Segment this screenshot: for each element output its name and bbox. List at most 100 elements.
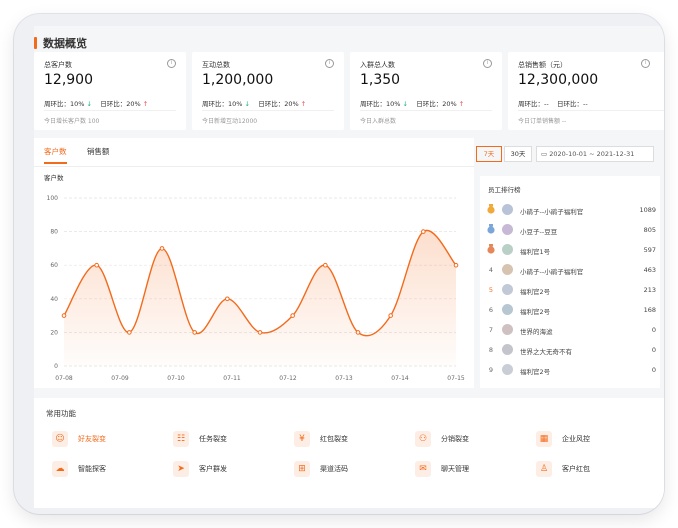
function-cloud[interactable]: ☁ 智能探客 [52, 458, 106, 480]
divider [360, 110, 492, 111]
function-redpacket[interactable]: ¥ 红包裂变 [294, 428, 348, 450]
divider [518, 110, 664, 111]
cloud-icon: ☁ [52, 461, 68, 477]
function-friends[interactable]: ☺ 好友裂变 [52, 428, 106, 450]
rank-name: 福利官1号 [520, 248, 551, 256]
stat-label: 总客户数 [44, 61, 72, 69]
function-send[interactable]: ➤ 客户群发 [173, 458, 227, 480]
stat-value: 12,300,000 [518, 72, 599, 88]
divider [202, 110, 334, 111]
function-user-gift[interactable]: ♙ 客户红包 [536, 458, 590, 480]
tab-sales[interactable]: 销售额 [87, 146, 110, 162]
stat-label: 入群总人数 [360, 61, 395, 69]
range-7-days[interactable]: 7天 [476, 146, 502, 162]
function-label: 任务裂变 [199, 435, 227, 443]
function-chat[interactable]: ✉ 聊天管理 [415, 458, 469, 480]
redpacket-icon: ¥ [294, 431, 310, 447]
chart-tabs: 客户数 销售额 [44, 146, 127, 164]
rank-row: 7 世界的海滤 0 [486, 322, 656, 340]
rank-score: 1089 [639, 206, 656, 214]
rank-panel: 员工排行榜 小鹃子--小鹃子福利官 1089 小豆子--豆豆 805 福利官1号 597 4… [480, 176, 660, 388]
x-tick-label: 07-12 [279, 375, 297, 382]
rank-name: 小鹃子--小鹃子福利官 [520, 208, 584, 216]
title-accent [34, 37, 37, 49]
avatar [502, 244, 513, 255]
down-arrow-icon: ↓ [400, 100, 411, 108]
series-area [64, 230, 456, 366]
stat-value: 1,200,000 [202, 72, 274, 88]
function-task[interactable]: ☷ 任务裂变 [173, 428, 227, 450]
rank-name: 福利官2号 [520, 308, 551, 316]
chat-icon: ✉ [415, 461, 431, 477]
stats-row: 总客户数 i 12,900 周环比：10% ↓ 日环比：20% ↑ 今日增长客户… [34, 52, 664, 132]
medal-icon [486, 204, 496, 214]
rank-row: 4 小鹃子--小鹃子福利官 463 [486, 262, 656, 280]
data-point [323, 262, 328, 268]
avatar [502, 224, 513, 235]
rank-score: 0 [651, 366, 656, 374]
medal-icon [486, 224, 496, 234]
rank-row: 福利官1号 597 [486, 242, 656, 260]
function-distribution[interactable]: ⚇ 分销裂变 [415, 428, 469, 450]
x-tick-label: 07-09 [111, 375, 129, 382]
x-tick-label: 07-11 [223, 375, 241, 382]
medal-icon [486, 244, 496, 254]
rank-number: 4 [488, 266, 494, 274]
rank-number: 7 [488, 326, 494, 334]
up-arrow-icon: ↑ [456, 100, 465, 108]
y-tick-label: 40 [50, 296, 58, 303]
function-building[interactable]: ▦ 企业风控 [536, 428, 590, 450]
data-point [225, 296, 230, 302]
stat-card-sales: 总销售额（元） i 12,300,000 周环比：-- 日环比：-- 今日订单销… [508, 52, 664, 130]
function-label: 好友裂变 [78, 435, 106, 443]
user-gift-icon: ♙ [536, 461, 552, 477]
function-label: 智能探客 [78, 465, 106, 473]
rank-score: 168 [643, 306, 656, 314]
stat-sub: 今日增长客户数 100 [44, 118, 100, 125]
x-tick-label: 07-13 [335, 375, 353, 382]
rank-title: 员工排行榜 [488, 186, 521, 194]
function-qrcode[interactable]: ⊞ 渠道活码 [294, 458, 348, 480]
stat-label: 互动总数 [202, 61, 230, 69]
stat-card-customers: 总客户数 i 12,900 周环比：10% ↓ 日环比：20% ↑ 今日增长客户… [34, 52, 186, 130]
x-tick-label: 07-15 [447, 375, 465, 382]
rank-row: 6 福利官2号 168 [486, 302, 656, 320]
up-arrow-icon: ↑ [298, 100, 307, 108]
data-point [290, 313, 295, 318]
tab-customers[interactable]: 客户数 [44, 146, 67, 164]
rank-number: 6 [488, 306, 494, 314]
range-30-days[interactable]: 30天 [504, 146, 532, 162]
calendar-icon: ▭ [541, 150, 548, 158]
stat-card-interactions: 互动总数 i 1,200,000 周环比：10% ↓ 日环比：20% ↑ 今日新… [192, 52, 344, 130]
y-tick-label: 20 [50, 329, 58, 336]
y-tick-label: 100 [47, 195, 59, 202]
device-frame: 数据概览 总客户数 i 12,900 周环比：10% ↓ 日环比：20% ↑ 今… [14, 14, 664, 514]
info-icon[interactable]: i [325, 59, 334, 68]
function-label: 客户红包 [562, 465, 590, 473]
divider [44, 110, 176, 111]
data-point [453, 262, 459, 268]
date-range-picker[interactable]: ▭ 2020-10-01 ~ 2021-12-31 [536, 146, 654, 162]
dashboard-screen: 数据概览 总客户数 i 12,900 周环比：10% ↓ 日环比：20% ↑ 今… [34, 26, 664, 508]
avatar [502, 364, 513, 375]
y-tick-label: 60 [50, 262, 58, 269]
function-label: 分销裂变 [441, 435, 469, 443]
avatar [502, 344, 513, 355]
rank-number: 5 [488, 286, 494, 294]
stat-sub: 今日入群总数 [360, 118, 397, 125]
task-icon: ☷ [173, 431, 189, 447]
functions-panel: 常用功能 ☺ 好友裂变 ☷ 任务裂变 ¥ 红包裂变 ⚇ 分销裂变 ▦ 企业风控 ☁ 智能探客 ➤ 客户群发… [34, 398, 664, 508]
rank-name: 世界之大无奇不有 [520, 348, 572, 356]
page-title: 数据概览 [43, 37, 87, 50]
rank-row: 8 世界之大无奇不有 0 [486, 342, 656, 360]
building-icon: ▦ [536, 431, 552, 447]
rank-row: 5 福利官2号 213 [486, 282, 656, 300]
avatar [502, 304, 513, 315]
info-icon[interactable]: i [641, 59, 650, 68]
rank-score: 213 [643, 286, 656, 294]
function-label: 渠道活码 [320, 465, 348, 473]
info-icon[interactable]: i [167, 59, 176, 68]
stat-card-group-members: 入群总人数 i 1,350 周环比：10% ↓ 日环比：20% ↑ 今日入群总数 [350, 52, 502, 130]
info-icon[interactable]: i [483, 59, 492, 68]
page-header: 数据概览 [34, 32, 654, 54]
